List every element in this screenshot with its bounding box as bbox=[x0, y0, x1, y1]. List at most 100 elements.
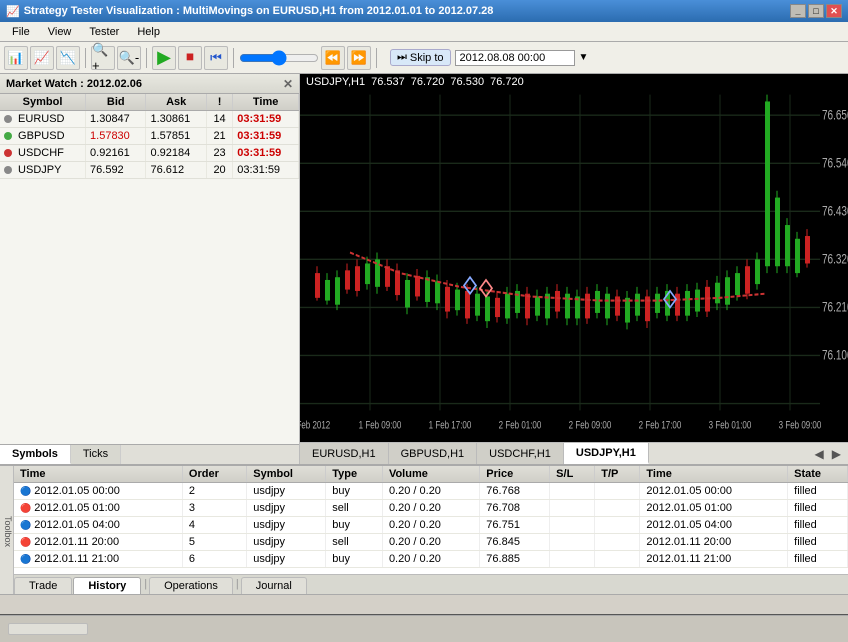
svg-text:2 Feb 09:00: 2 Feb 09:00 bbox=[569, 419, 612, 432]
market-excl-cell: 23 bbox=[206, 145, 232, 162]
order-time-cell: 🔵 2012.01.11 21:00 bbox=[14, 551, 182, 568]
bottom-bar-item bbox=[8, 623, 88, 635]
svg-text:76.100: 76.100 bbox=[822, 347, 848, 363]
skip-to-icon: ⏭ bbox=[397, 51, 407, 64]
chart-nav-prev[interactable]: ◀ bbox=[812, 447, 827, 461]
skip-dropdown-icon[interactable]: ▼ bbox=[579, 52, 589, 63]
toolbar-btn-3[interactable]: 📉 bbox=[56, 46, 80, 70]
svg-text:1 Feb 09:00: 1 Feb 09:00 bbox=[359, 419, 402, 432]
market-time-cell: 03:31:59 bbox=[233, 128, 299, 145]
chart-nav-next[interactable]: ▶ bbox=[829, 447, 844, 461]
sell-icon: 🔴 bbox=[20, 537, 31, 547]
svg-text:76.540: 76.540 bbox=[822, 155, 848, 171]
reset-button[interactable]: ⏮ bbox=[204, 46, 228, 70]
chart-nav: ◀ ▶ bbox=[812, 447, 848, 461]
order-tp-cell bbox=[595, 483, 640, 500]
order-price-cell: 76.708 bbox=[480, 500, 550, 517]
status-text bbox=[4, 599, 7, 611]
menu-tester[interactable]: Tester bbox=[81, 25, 127, 39]
col-excl: ! bbox=[206, 94, 232, 111]
market-symbol-cell: USDCHF bbox=[0, 145, 86, 162]
order-tp-cell bbox=[595, 551, 640, 568]
market-excl-cell: 21 bbox=[206, 128, 232, 145]
chart-symbol: USDJPY,H1 bbox=[306, 76, 365, 88]
symbol-indicator bbox=[4, 149, 12, 157]
app-icon: 📈 bbox=[6, 5, 20, 18]
title-bar-text: Strategy Tester Visualization : MultiMov… bbox=[24, 5, 494, 17]
order-type-cell: sell bbox=[326, 534, 383, 551]
stop-button[interactable]: ⏹ bbox=[178, 46, 202, 70]
order-price-cell: 76.768 bbox=[480, 483, 550, 500]
chart-tab-usdjpy[interactable]: USDJPY,H1 bbox=[564, 443, 649, 464]
chart-canvas-area[interactable]: USDJPY,H1 76.537 76.720 76.530 76.720 bbox=[300, 74, 848, 442]
chart-header: USDJPY,H1 76.537 76.720 76.530 76.720 bbox=[300, 74, 848, 90]
toolbox-label: Toolbox bbox=[3, 516, 13, 547]
col-bid: Bid bbox=[86, 94, 146, 111]
market-watch-table: Symbol Bid Ask ! Time EURUSD 1.30847 1.3… bbox=[0, 94, 299, 444]
col-ask: Ask bbox=[146, 94, 206, 111]
skip-to-input[interactable] bbox=[455, 50, 575, 66]
toolbox-strip[interactable]: Toolbox bbox=[0, 466, 14, 594]
skip-to-button[interactable]: ⏭ Skip to bbox=[390, 49, 451, 66]
toolbar-btn-1[interactable]: 📊 bbox=[4, 46, 28, 70]
market-watch-title: Market Watch : 2012.02.06 bbox=[6, 78, 142, 90]
order-type-cell: sell bbox=[326, 500, 383, 517]
next-btn[interactable]: ⏩ bbox=[347, 46, 371, 70]
order-sl-cell bbox=[550, 551, 595, 568]
main-area: Market Watch : 2012.02.06 ✕ Symbol Bid A… bbox=[0, 74, 848, 464]
menu-view[interactable]: View bbox=[40, 25, 80, 39]
close-button[interactable]: ✕ bbox=[826, 4, 842, 18]
zoom-in-button[interactable]: 🔍+ bbox=[91, 46, 115, 70]
chart-price-2: 76.720 bbox=[411, 76, 445, 88]
market-time-cell: 03:31:59 bbox=[233, 145, 299, 162]
order-sl-cell bbox=[550, 483, 595, 500]
tab-separator-1: | bbox=[142, 574, 149, 594]
speed-slider[interactable] bbox=[239, 50, 319, 66]
order-num-cell: 2 bbox=[182, 483, 246, 500]
tab-symbols[interactable]: Symbols bbox=[0, 445, 71, 464]
table-row: 🔵 2012.01.05 04:00 4 usdjpy buy 0.20 / 0… bbox=[14, 517, 848, 534]
maximize-button[interactable]: □ bbox=[808, 4, 824, 18]
symbol-indicator bbox=[4, 132, 12, 140]
market-watch-panel: Market Watch : 2012.02.06 ✕ Symbol Bid A… bbox=[0, 74, 300, 464]
menu-file[interactable]: File bbox=[4, 25, 38, 39]
market-symbol-cell: GBPUSD bbox=[0, 128, 86, 145]
svg-text:76.650: 76.650 bbox=[822, 107, 848, 123]
chart-tab-eurusd[interactable]: EURUSD,H1 bbox=[300, 443, 389, 464]
market-watch-close[interactable]: ✕ bbox=[283, 77, 293, 91]
order-sl-cell bbox=[550, 517, 595, 534]
market-bid-cell: 76.592 bbox=[86, 162, 146, 179]
menu-help[interactable]: Help bbox=[129, 25, 168, 39]
play-button[interactable]: ▶ bbox=[152, 46, 176, 70]
toolbar-btn-2[interactable]: 📈 bbox=[30, 46, 54, 70]
skip-to-area: ⏭ Skip to ▼ bbox=[390, 49, 588, 66]
tab-operations[interactable]: Operations bbox=[149, 577, 233, 594]
svg-text:2 Feb 01:00: 2 Feb 01:00 bbox=[499, 419, 542, 432]
order-price-cell: 76.845 bbox=[480, 534, 550, 551]
bottom-bar bbox=[0, 614, 848, 642]
tab-journal[interactable]: Journal bbox=[241, 577, 307, 594]
order-state-cell: filled bbox=[788, 551, 848, 568]
market-ask-cell: 76.612 bbox=[146, 162, 206, 179]
order-time-cell: 🔵 2012.01.05 04:00 bbox=[14, 517, 182, 534]
tab-history[interactable]: History bbox=[73, 577, 141, 594]
order-state-cell: filled bbox=[788, 517, 848, 534]
chart-tab-usdchf[interactable]: USDCHF,H1 bbox=[477, 443, 564, 464]
chart-container: USDJPY,H1 76.537 76.720 76.530 76.720 bbox=[300, 74, 848, 464]
minimize-button[interactable]: _ bbox=[790, 4, 806, 18]
tab-ticks[interactable]: Ticks bbox=[71, 445, 121, 464]
title-bar: 📈 Strategy Tester Visualization : MultiM… bbox=[0, 0, 848, 22]
market-watch-row: USDJPY 76.592 76.612 20 03:31:59 bbox=[0, 162, 299, 179]
table-row: 🔵 2012.01.05 00:00 2 usdjpy buy 0.20 / 0… bbox=[14, 483, 848, 500]
prev-btn[interactable]: ⏪ bbox=[321, 46, 345, 70]
chart-price-1: 76.537 bbox=[371, 76, 405, 88]
tab-trade[interactable]: Trade bbox=[14, 577, 72, 594]
svg-text:1 Feb 2012: 1 Feb 2012 bbox=[300, 419, 330, 432]
col-price-header: Price bbox=[480, 466, 550, 483]
market-symbol-cell: EURUSD bbox=[0, 111, 86, 128]
buy-icon: 🔵 bbox=[20, 554, 31, 564]
order-type-cell: buy bbox=[326, 517, 383, 534]
title-bar-controls[interactable]: _ □ ✕ bbox=[790, 4, 842, 18]
chart-tab-gbpusd[interactable]: GBPUSD,H1 bbox=[389, 443, 478, 464]
zoom-out-button[interactable]: 🔍- bbox=[117, 46, 141, 70]
